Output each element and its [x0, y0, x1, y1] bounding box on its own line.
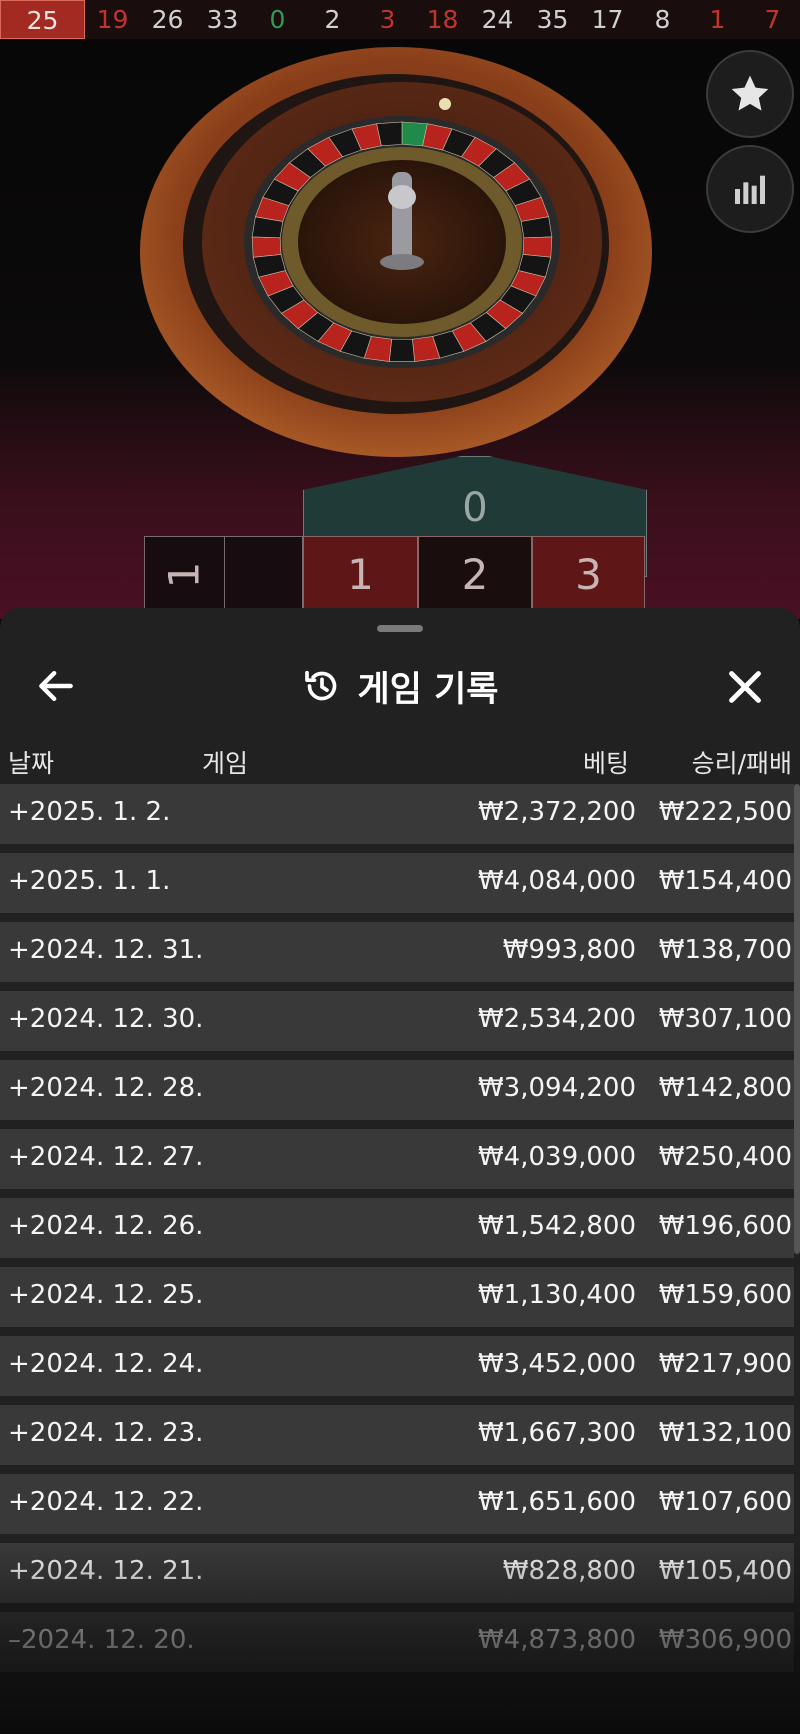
row-date: +2024. 12. 23.	[8, 1418, 204, 1448]
table-row[interactable]: +2024. 12. 24. ₩3,452,000 ₩217,900	[0, 1336, 794, 1396]
table-row[interactable]: +2024. 12. 26. ₩1,542,800 ₩196,600	[0, 1198, 794, 1258]
column-result[interactable]: 승리/패배	[692, 744, 792, 780]
table-row[interactable]: +2024. 12. 31. ₩993,800 ₩138,700	[0, 922, 794, 982]
row-result: ₩154,400	[658, 866, 792, 896]
result-number: 1	[709, 5, 726, 34]
column-bet[interactable]: 베팅	[583, 744, 629, 780]
row-result: ₩222,500	[658, 797, 792, 827]
zero-label: 0	[462, 485, 488, 531]
bet-spot-1[interactable]: 1	[303, 536, 418, 619]
row-result: ₩217,900	[658, 1349, 792, 1379]
bar-chart-icon	[735, 175, 765, 204]
close-icon	[729, 671, 761, 703]
bet-spot-label: 2	[461, 550, 489, 599]
column-date[interactable]: 날짜	[8, 744, 54, 780]
table-row[interactable]: +2024. 12. 25. ₩1,130,400 ₩159,600	[0, 1267, 794, 1327]
row-date: +2024. 12. 26.	[8, 1211, 204, 1241]
bet-spot-3[interactable]: 3	[532, 536, 645, 619]
result-number: 0	[269, 5, 286, 34]
statistics-button[interactable]	[706, 145, 794, 233]
bet-spot-partial-label: 1	[159, 561, 209, 589]
table-row[interactable]: –2024. 12. 20. ₩4,873,800 ₩306,900	[0, 1612, 794, 1672]
row-date: +2024. 12. 22.	[8, 1487, 204, 1517]
row-bet: ₩4,873,800	[477, 1625, 636, 1655]
row-result: ₩306,900	[658, 1625, 792, 1655]
row-bet: ₩2,534,200	[477, 1004, 636, 1034]
page-title: 게임 기록	[357, 669, 499, 710]
row-bet: ₩2,372,200	[477, 797, 636, 827]
result-number: 24	[481, 5, 514, 34]
bet-spot-partial[interactable]: 1	[144, 536, 225, 619]
bet-spot-2[interactable]: 2	[418, 536, 532, 619]
bet-spot-label: 3	[575, 550, 602, 599]
result-number: 8	[654, 5, 671, 34]
game-area: 0 1 1 2 3	[0, 39, 800, 619]
row-bet: ₩1,130,400	[477, 1280, 636, 1310]
roulette-wheel	[140, 47, 653, 472]
row-date: +2024. 12. 25.	[8, 1280, 204, 1310]
row-date: +2024. 12. 21.	[8, 1556, 204, 1586]
result-number: 2	[324, 5, 341, 34]
result-number: 33	[206, 5, 239, 34]
table-row[interactable]: +2024. 12. 21. ₩828,800 ₩105,400	[0, 1543, 794, 1603]
sheet-header: 게임 기록	[0, 648, 800, 724]
row-bet: ₩993,800	[502, 935, 636, 965]
recent-results-strip: 25 19 26 33 0 2 3 18 24 35 17 8 1 7	[0, 0, 800, 39]
row-date: –2024. 12. 20.	[8, 1625, 195, 1655]
history-icon	[304, 670, 336, 701]
row-bet: ₩4,084,000	[477, 866, 636, 896]
row-result: ₩107,600	[658, 1487, 792, 1517]
row-date: +2024. 12. 24.	[8, 1349, 204, 1379]
drag-handle[interactable]	[377, 625, 423, 632]
result-number: 17	[591, 5, 624, 34]
row-date: +2024. 12. 30.	[8, 1004, 204, 1034]
bet-spot-blank[interactable]	[224, 536, 303, 619]
game-history-sheet: 게임 기록 날짜 게임 베팅 승리/패배 +2025. 1. 2. ₩2,372,…	[0, 608, 800, 1734]
result-number: 19	[96, 5, 129, 34]
row-date: +2025. 1. 2.	[8, 797, 171, 827]
row-bet: ₩1,542,800	[477, 1211, 636, 1241]
row-bet: ₩828,800	[502, 1556, 636, 1586]
row-date: +2024. 12. 27.	[8, 1142, 204, 1172]
close-button[interactable]	[722, 664, 768, 710]
table-row[interactable]: +2025. 1. 1. ₩4,084,000 ₩154,400	[0, 853, 794, 913]
row-bet: ₩3,094,200	[477, 1073, 636, 1103]
table-row[interactable]: +2024. 12. 27. ₩4,039,000 ₩250,400	[0, 1129, 794, 1189]
result-number: 26	[151, 5, 184, 34]
table-row[interactable]: +2024. 12. 23. ₩1,667,300 ₩132,100	[0, 1405, 794, 1465]
table-row[interactable]: +2025. 1. 2. ₩2,372,200 ₩222,500	[0, 784, 794, 844]
history-list: +2025. 1. 2. ₩2,372,200 ₩222,500 +2025. 1. …	[0, 784, 794, 1681]
result-number: 3	[379, 5, 396, 34]
favorite-button[interactable]	[706, 50, 794, 138]
row-bet: ₩3,452,000	[477, 1349, 636, 1379]
result-number: 18	[426, 5, 459, 34]
star-icon	[731, 75, 769, 111]
table-row[interactable]: +2024. 12. 28. ₩3,094,200 ₩142,800	[0, 1060, 794, 1120]
scrollbar[interactable]	[794, 784, 800, 1254]
result-number: 7	[764, 5, 781, 34]
row-result: ₩250,400	[658, 1142, 792, 1172]
table-row[interactable]: +2024. 12. 22. ₩1,651,600 ₩107,600	[0, 1474, 794, 1534]
row-result: ₩159,600	[658, 1280, 792, 1310]
title-group: 게임 기록	[0, 648, 800, 724]
bet-spot-label: 1	[347, 550, 374, 599]
row-bet: ₩1,651,600	[477, 1487, 636, 1517]
column-game[interactable]: 게임	[202, 744, 248, 780]
row-date: +2024. 12. 31.	[8, 935, 204, 965]
row-result: ₩196,600	[658, 1211, 792, 1241]
row-result: ₩307,100	[658, 1004, 792, 1034]
row-result: ₩105,400	[658, 1556, 792, 1586]
row-date: +2024. 12. 28.	[8, 1073, 204, 1103]
row-bet: ₩1,667,300	[477, 1418, 636, 1448]
result-number: 35	[536, 5, 569, 34]
table-header: 날짜 게임 베팅 승리/패배	[0, 738, 800, 782]
row-bet: ₩4,039,000	[477, 1142, 636, 1172]
row-result: ₩142,800	[658, 1073, 792, 1103]
row-result: ₩138,700	[658, 935, 792, 965]
row-result: ₩132,100	[658, 1418, 792, 1448]
row-date: +2025. 1. 1.	[8, 866, 171, 896]
table-row[interactable]: +2024. 12. 30. ₩2,534,200 ₩307,100	[0, 991, 794, 1051]
latest-result: 25	[0, 0, 85, 39]
